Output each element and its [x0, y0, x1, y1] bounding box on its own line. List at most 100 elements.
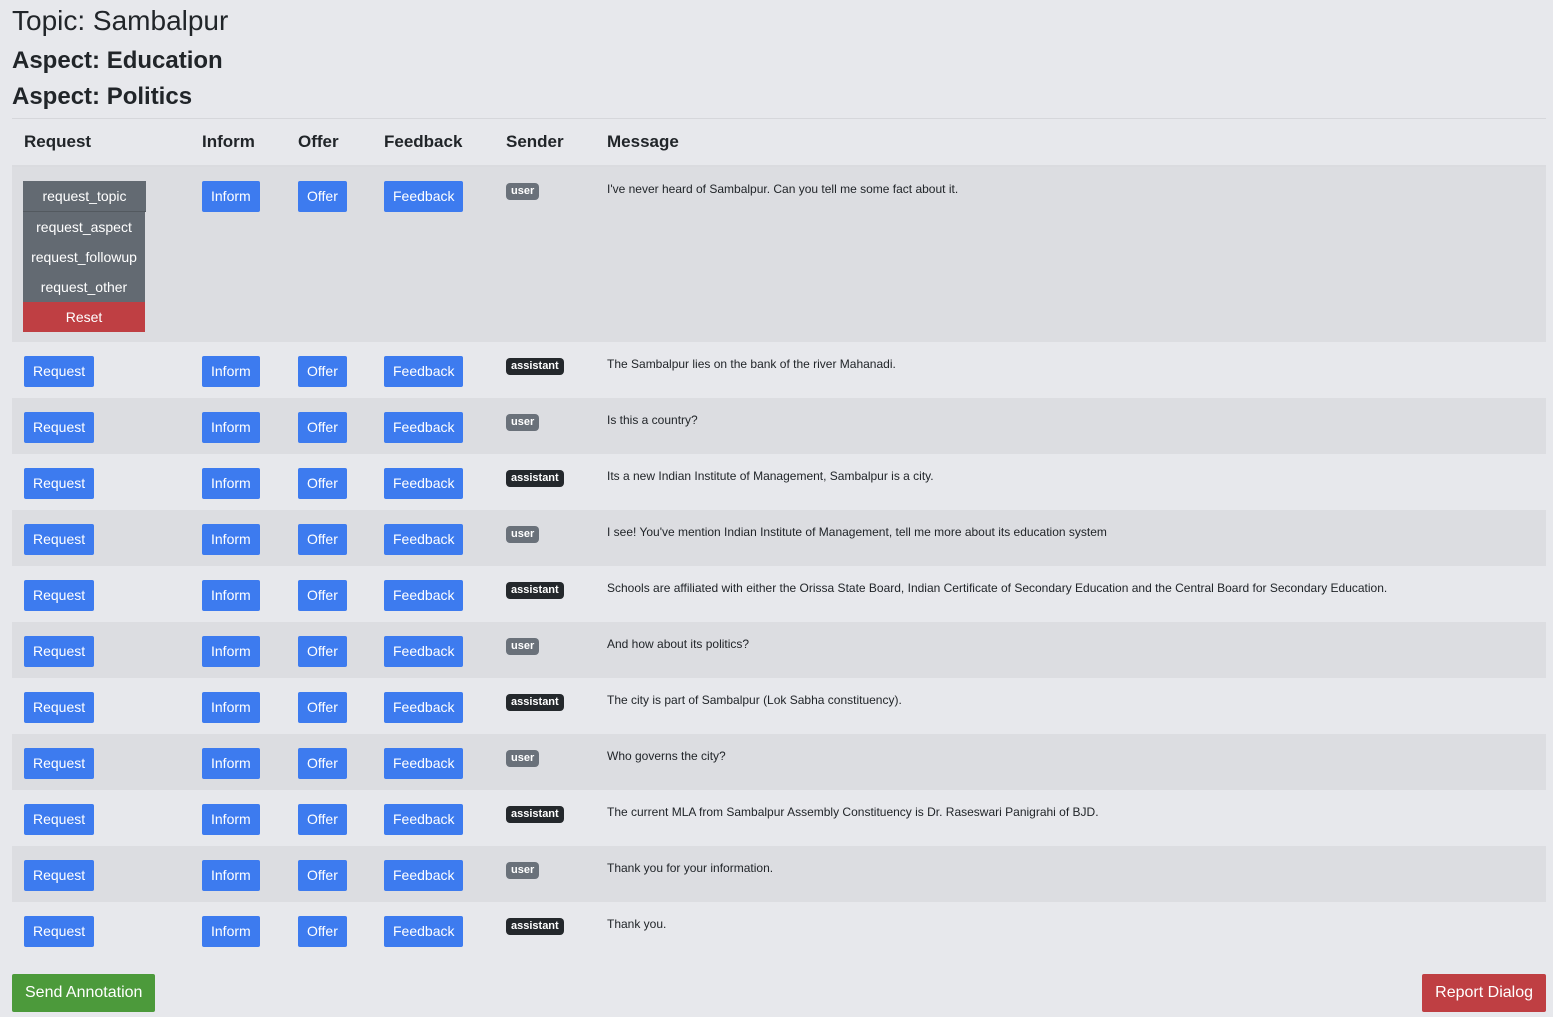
- table-row: Request Inform Offer Feedback assistant …: [12, 790, 1546, 846]
- table-row: Request Inform Offer Feedback assistant …: [12, 678, 1546, 734]
- table-row: Request Inform Offer Feedback user And h…: [12, 622, 1546, 678]
- topic-title: Topic: Sambalpur: [12, 5, 229, 36]
- table-row: Request Inform Offer Feedback assistant …: [12, 342, 1546, 398]
- sender-badge: assistant: [506, 694, 564, 711]
- table-header-row: Request Inform Offer Feedback Sender Mes…: [12, 119, 1546, 167]
- offer-button[interactable]: Offer: [298, 804, 347, 835]
- column-header-message: Message: [595, 119, 1546, 167]
- annotation-page: Topic: Sambalpur Aspect: Education Aspec…: [0, 0, 1553, 1017]
- request-button[interactable]: Request: [24, 356, 95, 387]
- offer-button[interactable]: Offer: [298, 356, 347, 387]
- feedback-button[interactable]: Feedback: [384, 692, 464, 723]
- reset-option[interactable]: Reset: [23, 302, 145, 332]
- offer-button[interactable]: Offer: [298, 412, 347, 443]
- report-dialog-button[interactable]: Report Dialog: [1422, 974, 1546, 1012]
- send-annotation-button[interactable]: Send Annotation: [12, 974, 156, 1012]
- feedback-button[interactable]: Feedback: [384, 412, 464, 443]
- offer-button[interactable]: Offer: [298, 468, 347, 499]
- sender-badge: assistant: [506, 358, 564, 375]
- sender-badge: user: [506, 862, 540, 879]
- sender-badge: user: [506, 414, 540, 431]
- table-row: request_topic request_aspect request_fol…: [12, 166, 1546, 342]
- request-button[interactable]: Request: [24, 580, 95, 611]
- column-header-offer: Offer: [286, 119, 372, 167]
- feedback-button[interactable]: Feedback: [384, 356, 464, 387]
- table-row: Request Inform Offer Feedback user I see…: [12, 510, 1546, 566]
- message-text: Thank you.: [607, 917, 667, 931]
- message-text: Thank you for your information.: [607, 861, 774, 875]
- request-cell: request_topic request_aspect request_fol…: [12, 166, 190, 342]
- sender-badge: user: [506, 526, 540, 543]
- request-button[interactable]: Request: [24, 468, 95, 499]
- inform-button[interactable]: Inform: [202, 580, 260, 611]
- feedback-button[interactable]: Feedback: [384, 860, 464, 891]
- request-aspect-option[interactable]: request_aspect: [23, 212, 145, 242]
- request-button[interactable]: Request: [24, 916, 95, 947]
- column-header-feedback: Feedback: [372, 119, 494, 167]
- inform-button[interactable]: Inform: [202, 748, 260, 779]
- table-row: Request Inform Offer Feedback assistant …: [12, 454, 1546, 510]
- offer-button[interactable]: Offer: [298, 748, 347, 779]
- offer-button[interactable]: Offer: [298, 181, 347, 212]
- sender-badge: user: [506, 183, 540, 200]
- inform-button[interactable]: Inform: [202, 468, 260, 499]
- sender-badge: user: [506, 638, 540, 655]
- feedback-button[interactable]: Feedback: [384, 181, 464, 212]
- request-other-option[interactable]: request_other: [23, 272, 145, 302]
- footer-actions: Send Annotation Report Dialog: [12, 974, 1546, 1012]
- aspect-title-education: Aspect: Education: [12, 47, 223, 74]
- sender-badge: assistant: [506, 470, 564, 487]
- offer-button[interactable]: Offer: [298, 636, 347, 667]
- feedback-button[interactable]: Feedback: [384, 804, 464, 835]
- request-button[interactable]: Request: [24, 636, 95, 667]
- column-header-inform: Inform: [190, 119, 286, 167]
- feedback-button[interactable]: Feedback: [384, 916, 464, 947]
- inform-button[interactable]: Inform: [202, 181, 260, 212]
- request-button[interactable]: Request: [24, 412, 95, 443]
- message-text: Its a new Indian Institute of Management…: [607, 469, 934, 483]
- request-button[interactable]: Request: [24, 692, 95, 723]
- feedback-button[interactable]: Feedback: [384, 636, 464, 667]
- feedback-button[interactable]: Feedback: [384, 748, 464, 779]
- feedback-button[interactable]: Feedback: [384, 468, 464, 499]
- sender-badge: user: [506, 750, 540, 767]
- request-button[interactable]: Request: [24, 524, 95, 555]
- request-followup-option[interactable]: request_followup: [23, 242, 145, 272]
- table-row: Request Inform Offer Feedback assistant …: [12, 902, 1546, 958]
- inform-button[interactable]: Inform: [202, 412, 260, 443]
- request-dropdown: request_topic request_aspect request_fol…: [23, 181, 146, 332]
- offer-button[interactable]: Offer: [298, 692, 347, 723]
- offer-button[interactable]: Offer: [298, 860, 347, 891]
- aspect-title-politics: Aspect: Politics: [12, 83, 193, 110]
- offer-button[interactable]: Offer: [298, 580, 347, 611]
- message-text: Schools are affiliated with either the O…: [607, 581, 1388, 595]
- inform-button[interactable]: Inform: [202, 636, 260, 667]
- message-text: The city is part of Sambalpur (Lok Sabha…: [607, 693, 902, 707]
- request-button[interactable]: Request: [24, 804, 95, 835]
- inform-button[interactable]: Inform: [202, 860, 260, 891]
- offer-button[interactable]: Offer: [298, 916, 347, 947]
- inform-button[interactable]: Inform: [202, 916, 260, 947]
- dialog-annotation-table: Request Inform Offer Feedback Sender Mes…: [12, 119, 1546, 958]
- request-dropdown-toggle[interactable]: request_topic: [23, 181, 146, 212]
- sender-badge: assistant: [506, 582, 564, 599]
- request-button[interactable]: Request: [24, 860, 95, 891]
- inform-button[interactable]: Inform: [202, 356, 260, 387]
- inform-button[interactable]: Inform: [202, 804, 260, 835]
- message-text: Who governs the city?: [607, 749, 726, 763]
- table-row: Request Inform Offer Feedback user Thank…: [12, 846, 1546, 902]
- table-row: Request Inform Offer Feedback user Is th…: [12, 398, 1546, 454]
- feedback-button[interactable]: Feedback: [384, 524, 464, 555]
- table-row: Request Inform Offer Feedback assistant …: [12, 566, 1546, 622]
- column-header-request: Request: [12, 119, 190, 167]
- message-text: I see! You've mention Indian Institute o…: [607, 525, 1107, 539]
- message-text: The current MLA from Sambalpur Assembly …: [607, 805, 1099, 819]
- request-button[interactable]: Request: [24, 748, 95, 779]
- inform-button[interactable]: Inform: [202, 692, 260, 723]
- inform-button[interactable]: Inform: [202, 524, 260, 555]
- table-row: Request Inform Offer Feedback user Who g…: [12, 734, 1546, 790]
- message-text: Is this a country?: [607, 413, 698, 427]
- message-text: And how about its politics?: [607, 637, 750, 651]
- offer-button[interactable]: Offer: [298, 524, 347, 555]
- feedback-button[interactable]: Feedback: [384, 580, 464, 611]
